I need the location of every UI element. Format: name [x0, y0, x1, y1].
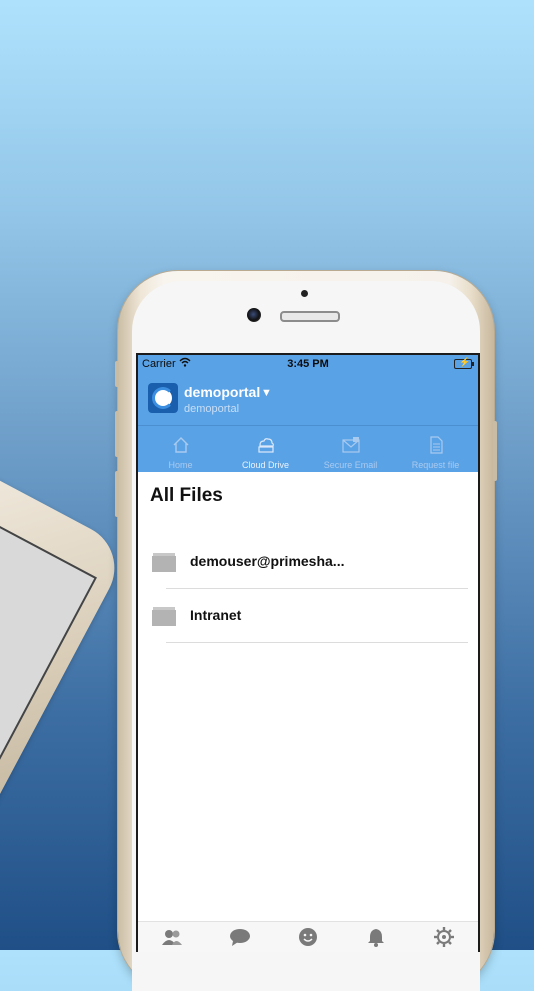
earpiece-speaker — [280, 311, 340, 322]
cloud-drive-icon — [256, 435, 276, 455]
bell-icon[interactable] — [364, 925, 388, 949]
portal-dropdown-caret-icon[interactable]: ▼ — [261, 387, 272, 399]
secure-email-icon — [341, 435, 361, 455]
divider — [166, 642, 468, 643]
home-icon — [171, 435, 191, 455]
bottom-tab-bar — [138, 921, 478, 952]
tab-home-label: Home — [168, 460, 193, 470]
page-title: All Files — [150, 485, 223, 506]
front-camera — [247, 308, 261, 322]
folder-icon — [152, 553, 178, 572]
top-tab-bar: Home Cloud Drive Secure Email Request fi… — [138, 426, 478, 472]
list-item-name: demouser@primesha... — [190, 553, 345, 569]
volume-up-button — [115, 411, 119, 457]
contacts-icon[interactable] — [160, 925, 184, 949]
status-time: 3:45 PM — [287, 358, 329, 370]
list-item-name: Intranet — [190, 607, 242, 623]
portal-logo — [148, 383, 178, 413]
portal-name[interactable]: demoportal — [184, 384, 260, 400]
request-file-icon — [426, 435, 446, 455]
secondary-phone-mockup — [0, 432, 130, 868]
app-header: demoportal ▼ demoportal — [138, 373, 478, 426]
chat-icon[interactable] — [228, 925, 252, 949]
settings-gear-icon[interactable] — [432, 925, 456, 949]
portal-subtitle: demoportal — [184, 403, 240, 415]
list-item[interactable]: demouser@primesha... — [138, 535, 478, 589]
proximity-sensor — [301, 290, 308, 297]
tab-request-file-label: Request file — [411, 460, 460, 470]
power-button — [493, 421, 497, 481]
volume-down-button — [115, 471, 119, 517]
folder-icon — [152, 607, 178, 626]
tab-home[interactable]: Home — [138, 426, 223, 472]
list-item[interactable]: Intranet — [138, 589, 478, 643]
battery-icon: ⚡ — [454, 357, 474, 369]
tab-request-file[interactable]: Request file — [393, 426, 478, 472]
emoji-icon[interactable] — [296, 925, 320, 949]
secondary-phone-screen — [0, 495, 97, 793]
app-screen: Carrier 3:45 PM ⚡ demoportal ▼ demoporta… — [136, 353, 480, 952]
status-bar: Carrier 3:45 PM ⚡ — [138, 355, 478, 373]
tab-cloud-drive[interactable]: Cloud Drive — [223, 426, 308, 472]
tab-cloud-drive-label: Cloud Drive — [241, 460, 290, 470]
tab-secure-email[interactable]: Secure Email — [308, 426, 393, 472]
mute-switch — [115, 361, 119, 387]
tab-secure-email-label: Secure Email — [323, 460, 378, 470]
